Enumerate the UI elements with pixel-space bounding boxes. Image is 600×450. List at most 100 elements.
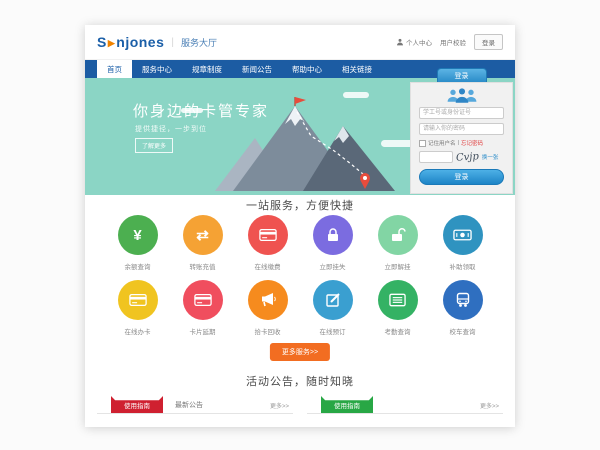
login-panel: 登录 记住用户名 | 忘记密码 Cvjp 换一张 登录 [410, 68, 513, 194]
service-online-payment[interactable]: 在线缴费 [235, 215, 300, 280]
hero-title: 你身边的卡管专家 [133, 100, 269, 121]
service-circle [313, 215, 353, 255]
service-label: 补助领取 [450, 261, 476, 271]
service-label: 卡片延期 [190, 326, 216, 336]
header-right: 个人中心 用户校验 登录 [396, 34, 503, 50]
remember-label: 记住用户名 [428, 139, 456, 147]
list-icon [389, 293, 406, 307]
service-online-card-apply[interactable]: 在线办卡 [105, 280, 170, 345]
nav-item-links[interactable]: 相关链接 [332, 60, 382, 78]
nav-item-service-center[interactable]: 服务中心 [132, 60, 182, 78]
captcha-field[interactable] [419, 151, 453, 163]
personal-center-link[interactable]: 个人中心 [396, 37, 432, 47]
hero-subtitle: 提供捷径，一步到位 [135, 124, 207, 134]
logo-text-post: njones [116, 34, 164, 50]
user-verify-label: 用户校验 [440, 37, 466, 47]
service-label: 余额查询 [125, 261, 151, 271]
remember-row: 记住用户名 | 忘记密码 [419, 139, 504, 147]
service-transfer-recharge[interactable]: ⇄ 转账充值 [170, 215, 235, 280]
service-circle [183, 280, 223, 320]
transfer-icon: ⇄ [196, 228, 209, 243]
more-link-right[interactable]: 更多>> [480, 401, 499, 413]
header-divider: | [171, 37, 174, 48]
service-online-booking[interactable]: 在线预订 [300, 280, 365, 345]
service-circle [248, 280, 288, 320]
nav-item-rules[interactable]: 规章制度 [182, 60, 232, 78]
service-circle [118, 280, 158, 320]
portal-name: 服务大厅 [181, 36, 217, 49]
user-verify-link[interactable]: 用户校验 [440, 37, 466, 47]
service-circle: ¥ [118, 215, 158, 255]
logo-arrow-icon: ▶ [108, 38, 115, 49]
service-label: 在线预订 [320, 326, 346, 336]
hero-cta-button[interactable]: 了解更多 [135, 138, 173, 153]
password-field[interactable] [419, 123, 504, 135]
separator: | [458, 140, 459, 146]
service-circle [313, 280, 353, 320]
megaphone-icon [260, 292, 276, 308]
banknote-icon [453, 228, 472, 242]
forgot-password-link[interactable]: 忘记密码 [461, 139, 483, 147]
remember-checkbox[interactable] [419, 140, 426, 147]
tab-latest-announcements[interactable]: 最新公告 [175, 400, 203, 413]
service-attendance-inquiry[interactable]: 考勤查询 [365, 280, 430, 345]
service-report-loss[interactable]: 立即挂失 [300, 215, 365, 280]
tab-user-guide-right[interactable]: 使用指南 [321, 396, 373, 413]
bus-icon [455, 292, 471, 308]
service-label: 在线办卡 [125, 326, 151, 336]
service-circle [443, 215, 483, 255]
lock-icon [325, 227, 341, 243]
users-group-icon [444, 87, 480, 104]
login-submit-button[interactable]: 登录 [419, 169, 504, 185]
unlock-icon [390, 227, 406, 243]
person-icon [396, 38, 404, 46]
service-label: 校车查询 [450, 326, 476, 336]
guide-column: 使用指南 最新公告 更多>> [97, 396, 293, 414]
faq-column: 使用指南 更多>> [307, 396, 503, 414]
services-heading: 一站服务，方便快捷 [85, 197, 515, 213]
tab-user-guide-left[interactable]: 使用指南 [111, 396, 163, 413]
service-card-extension[interactable]: 卡片延期 [170, 280, 235, 345]
portal-page: S ▶ njones | 服务大厅 个人中心 用户校验 登录 首页 服务中心 规… [85, 25, 515, 427]
service-lost-card-recovery[interactable]: 拾卡回收 [235, 280, 300, 345]
service-label: 在线缴费 [255, 261, 281, 271]
logo-text-pre: S [97, 34, 107, 50]
announcements-heading: 活动公告，随时知晓 [85, 373, 515, 389]
service-circle [248, 215, 288, 255]
service-label: 立即解挂 [385, 261, 411, 271]
service-subsidy-collection[interactable]: 补助领取 [430, 215, 495, 280]
card-icon [194, 293, 212, 307]
header-login-button[interactable]: 登录 [474, 34, 503, 50]
service-circle: ⇄ [183, 215, 223, 255]
nav-item-news[interactable]: 新闻公告 [232, 60, 282, 78]
service-school-bus-inquiry[interactable]: 校车查询 [430, 280, 495, 345]
card-icon [259, 228, 277, 242]
username-field[interactable] [419, 107, 504, 119]
announcement-columns: 使用指南 最新公告 更多>> 使用指南 更多>> [97, 396, 503, 414]
login-tab[interactable]: 登录 [437, 68, 487, 82]
service-circle [378, 215, 418, 255]
edit-icon [325, 292, 341, 308]
service-circle [378, 280, 418, 320]
site-header: S ▶ njones | 服务大厅 个人中心 用户校验 登录 [85, 25, 515, 60]
captcha-row: Cvjp 换一张 [419, 151, 504, 163]
service-balance-inquiry[interactable]: ¥ 余额查询 [105, 215, 170, 280]
more-services-button[interactable]: 更多服务>> [270, 343, 330, 361]
service-unlock-card[interactable]: 立即解挂 [365, 215, 430, 280]
service-circle [443, 280, 483, 320]
nav-item-help-center[interactable]: 帮助中心 [282, 60, 332, 78]
personal-center-label: 个人中心 [406, 37, 432, 47]
more-link-left[interactable]: 更多>> [270, 401, 289, 413]
service-label: 拾卡回收 [255, 326, 281, 336]
nav-item-home[interactable]: 首页 [97, 60, 132, 78]
login-form: 记住用户名 | 忘记密码 Cvjp 换一张 登录 [410, 82, 513, 194]
synjones-logo[interactable]: S ▶ njones [97, 34, 164, 50]
yuan-icon: ¥ [133, 228, 141, 243]
service-label: 立即挂失 [320, 261, 346, 271]
captcha-image[interactable]: Cvjp [456, 151, 480, 164]
card-icon [129, 293, 147, 307]
captcha-refresh-link[interactable]: 换一张 [482, 153, 499, 161]
service-label: 考勤查询 [385, 326, 411, 336]
service-label: 转账充值 [190, 261, 216, 271]
services-grid: ¥ 余额查询 ⇄ 转账充值 在线缴费 立即挂失 立即解挂 [105, 215, 495, 345]
